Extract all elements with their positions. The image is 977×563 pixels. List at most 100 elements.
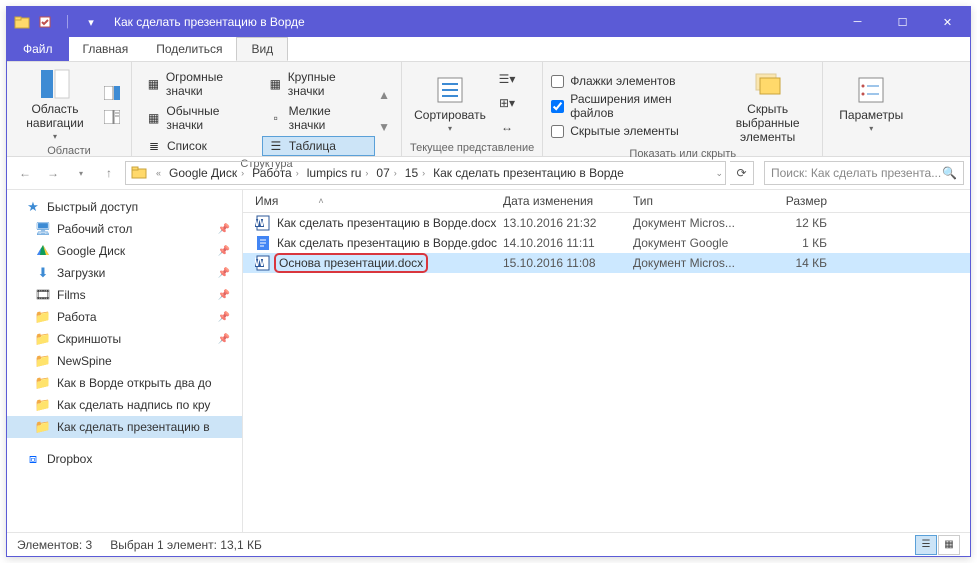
file-row[interactable]: WОснова презентации.docx 15.10.2016 11:0… xyxy=(243,253,970,273)
group-label-nav: Области xyxy=(15,143,123,157)
folder-icon: 📁 xyxy=(35,375,51,391)
folder-icon: 📁 xyxy=(35,353,51,369)
sort-button[interactable]: Сортировать ▾ xyxy=(410,66,490,140)
svg-text:W: W xyxy=(255,215,266,229)
file-row[interactable]: Как сделать презентацию в Ворде.gdoc 14.… xyxy=(243,233,970,253)
nav-history-button[interactable]: ▾ xyxy=(69,161,93,185)
views-scroll-down-icon[interactable]: ▼ xyxy=(378,120,390,134)
options-button[interactable]: Параметры ▾ xyxy=(831,66,911,140)
preview-pane-button[interactable] xyxy=(101,82,123,104)
film-icon: 🎞 xyxy=(35,287,51,303)
dropdown-icon: ▾ xyxy=(448,124,452,133)
view-table[interactable]: ☰Таблица xyxy=(262,136,375,156)
ribbon: Область навигации ▾ Области ▦Огромные зн… xyxy=(7,62,970,157)
sidebar-item-folder-a[interactable]: 📁Как в Ворде открыть два до xyxy=(7,372,242,394)
status-item-count: Элементов: 3 xyxy=(17,538,92,552)
sidebar-item-work[interactable]: 📁Работа xyxy=(7,306,242,328)
downloads-icon: ⬇ xyxy=(35,265,51,281)
minimize-button[interactable]: ─ xyxy=(835,7,880,37)
close-button[interactable]: ✕ xyxy=(925,7,970,37)
views-scroll-up-icon[interactable]: ▲ xyxy=(378,88,390,102)
view-details-button[interactable]: ☰ xyxy=(915,535,937,555)
address-bar: ← → ▾ ↑ « Google Диск› Работа› lumpics r… xyxy=(7,157,970,190)
refresh-button[interactable]: ⟳ xyxy=(730,161,754,185)
nav-up-button[interactable]: ↑ xyxy=(97,161,121,185)
checkbox-file-extensions[interactable]: Расширения имен файлов xyxy=(551,90,715,122)
group-by-button[interactable]: ☰▾ xyxy=(496,68,518,90)
gdoc-icon xyxy=(255,235,271,251)
view-list[interactable]: ≣Список xyxy=(140,136,262,156)
column-headers: Имя ˄ Дата изменения Тип Размер xyxy=(243,190,970,213)
folder-icon xyxy=(131,164,149,182)
group-label-current-view: Текущее представление xyxy=(410,140,534,154)
sidebar-item-screenshots[interactable]: 📁Скриншоты xyxy=(7,328,242,350)
tab-file[interactable]: Файл xyxy=(7,37,69,61)
tab-home[interactable]: Главная xyxy=(69,37,143,61)
view-small-icons[interactable]: ▫Мелкие значки xyxy=(262,102,375,134)
view-icons-button[interactable]: ▦ xyxy=(938,535,960,555)
sort-asc-icon: ˄ xyxy=(318,196,323,206)
nav-back-button[interactable]: ← xyxy=(13,161,37,185)
col-date[interactable]: Дата изменения xyxy=(503,194,633,208)
navigation-pane-button[interactable]: Область навигации ▾ xyxy=(15,66,95,143)
qat-dropdown-icon[interactable]: ▾ xyxy=(80,11,102,33)
col-size[interactable]: Размер xyxy=(763,194,843,208)
star-icon: ★ xyxy=(25,199,41,215)
crumb-4[interactable]: 15› xyxy=(401,166,429,180)
huge-icons-icon: ▦ xyxy=(146,76,161,92)
view-huge-icons[interactable]: ▦Огромные значки xyxy=(140,68,262,100)
explorer-window: │ ▾ Как сделать презентацию в Ворде ─ ☐ … xyxy=(6,6,971,557)
chevron-right-icon: › xyxy=(422,168,425,178)
crumb-1[interactable]: Работа› xyxy=(248,166,303,180)
maximize-button[interactable]: ☐ xyxy=(880,7,925,37)
crumbs-dropdown-icon[interactable]: ⌄ xyxy=(715,168,723,179)
checkbox-hidden-items[interactable]: Скрытые элементы xyxy=(551,122,715,140)
crumb-0[interactable]: Google Диск› xyxy=(165,166,248,180)
search-icon: 🔍 xyxy=(942,166,957,180)
hide-icon xyxy=(752,68,784,100)
navigation-pane-icon xyxy=(39,68,71,100)
chevron-right-icon: › xyxy=(241,168,244,178)
list-icon: ≣ xyxy=(146,138,162,154)
crumb-5[interactable]: Как сделать презентацию в Ворде xyxy=(429,166,628,180)
breadcrumb[interactable]: « Google Диск› Работа› lumpics ru› 07› 1… xyxy=(125,161,726,185)
quick-access-pin-icon[interactable] xyxy=(34,11,56,33)
autosize-columns-button[interactable]: ↔ xyxy=(496,116,518,138)
status-selection: Выбран 1 элемент: 13,1 КБ xyxy=(110,538,262,552)
dropdown-icon: ▾ xyxy=(869,124,873,133)
hide-selected-button[interactable]: Скрыть выбранные элементы xyxy=(721,66,814,146)
sidebar-item-films[interactable]: 🎞Films xyxy=(7,284,242,306)
small-icons-icon: ▫ xyxy=(268,110,284,126)
file-row[interactable]: WКак сделать презентацию в Ворде.docx 13… xyxy=(243,213,970,233)
view-normal-icons[interactable]: ▦Обычные значки xyxy=(140,102,262,134)
details-pane-button[interactable] xyxy=(101,106,123,128)
sidebar-item-folder-b[interactable]: 📁Как сделать надпись по кру xyxy=(7,394,242,416)
table-icon: ☰ xyxy=(268,138,284,154)
chevron-right-icon: › xyxy=(394,168,397,178)
sidebar-dropbox[interactable]: ⧈Dropbox xyxy=(7,448,242,470)
svg-text:W: W xyxy=(255,255,266,269)
view-large-icons[interactable]: ▦Крупные значки xyxy=(262,68,375,100)
sidebar-item-newspine[interactable]: 📁NewSpine xyxy=(7,350,242,372)
crumb-3[interactable]: 07› xyxy=(372,166,400,180)
checkbox-item-checkboxes[interactable]: Флажки элементов xyxy=(551,72,715,90)
add-columns-button[interactable]: ⊞▾ xyxy=(496,92,518,114)
tab-share[interactable]: Поделиться xyxy=(142,37,236,61)
titlebar: │ ▾ Как сделать презентацию в Ворде ─ ☐ … xyxy=(7,7,970,37)
sidebar-item-desktop[interactable]: 🖥Рабочий стол xyxy=(7,218,242,240)
qat-divider: │ xyxy=(57,11,79,33)
nav-forward-button[interactable]: → xyxy=(41,161,65,185)
folder-icon xyxy=(11,11,33,33)
sidebar-item-current[interactable]: 📁Как сделать презентацию в xyxy=(7,416,242,438)
crumb-2[interactable]: lumpics ru› xyxy=(303,166,373,180)
sidebar-item-gdrive[interactable]: Google Диск xyxy=(7,240,242,262)
col-type[interactable]: Тип xyxy=(633,194,763,208)
navigation-tree: ★Быстрый доступ 🖥Рабочий стол Google Дис… xyxy=(7,190,243,532)
folder-icon: 📁 xyxy=(35,309,51,325)
col-name[interactable]: Имя xyxy=(255,194,278,208)
sidebar-item-downloads[interactable]: ⬇Загрузки xyxy=(7,262,242,284)
options-icon xyxy=(855,74,887,106)
search-input[interactable]: Поиск: Как сделать презента... 🔍 xyxy=(764,161,964,185)
sidebar-quick-access[interactable]: ★Быстрый доступ xyxy=(7,196,242,218)
tab-view[interactable]: Вид xyxy=(236,37,288,61)
